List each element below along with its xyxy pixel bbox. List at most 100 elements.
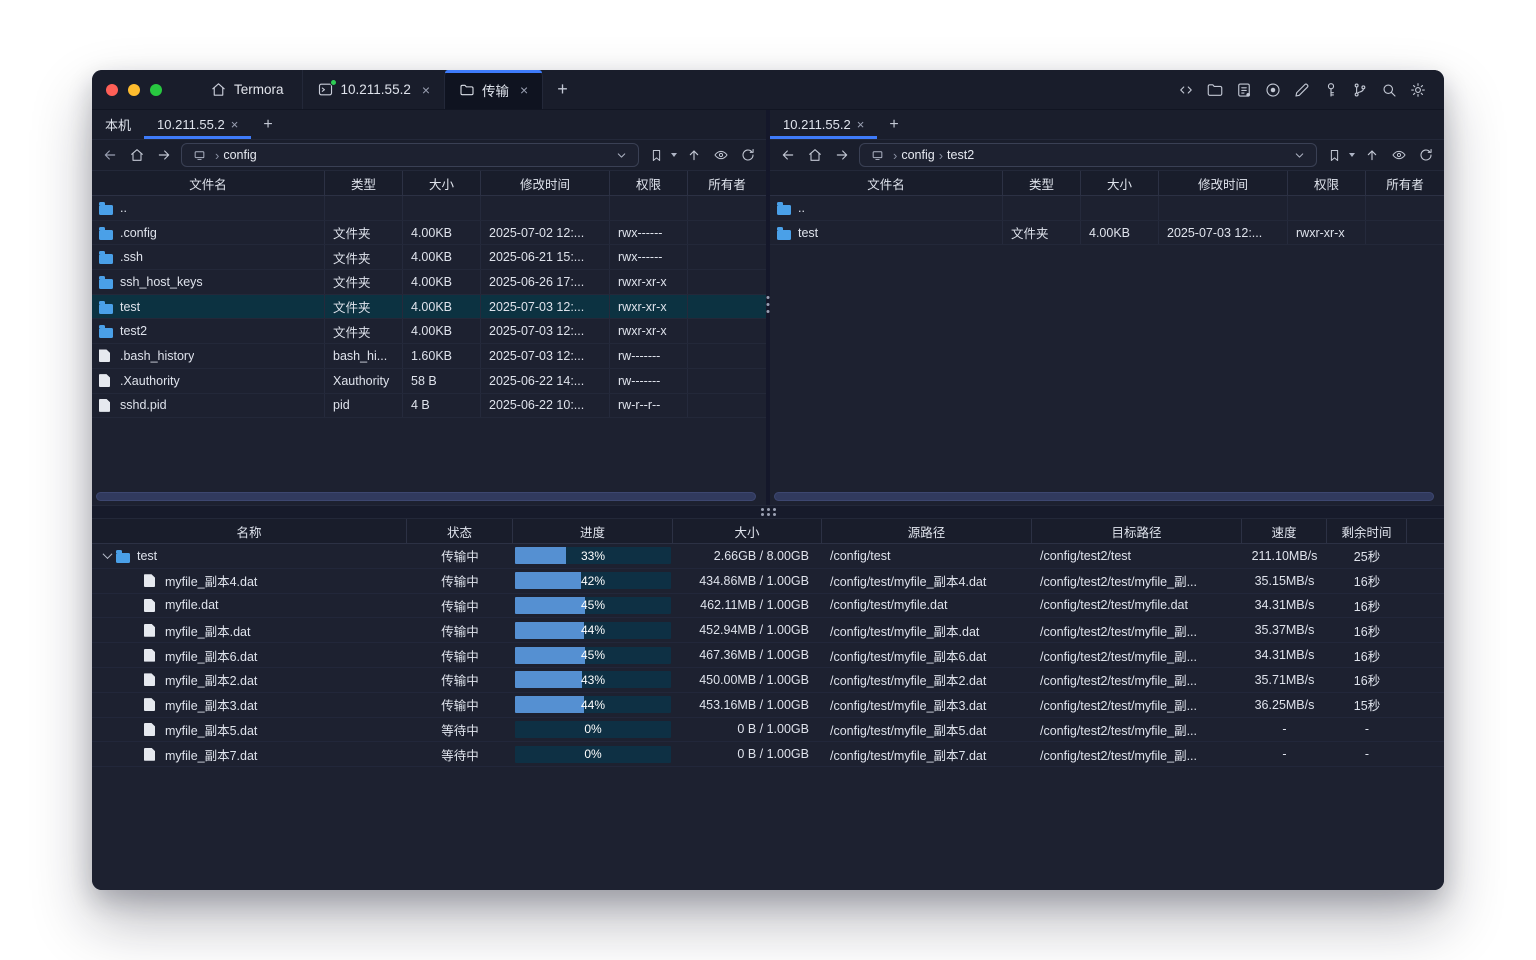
new-tab-button[interactable]: +: [543, 70, 582, 109]
close-tab-icon[interactable]: ×: [857, 117, 865, 132]
column-header[interactable]: 权限: [610, 171, 688, 195]
bookmark-icon[interactable]: [1324, 145, 1344, 165]
new-panel-tab-button[interactable]: +: [251, 110, 284, 139]
file-row[interactable]: .ssh 文件夹 4.00KB 2025-06-21 15:... rwx---…: [92, 245, 766, 270]
close-window-button[interactable]: [106, 84, 118, 96]
transfer-row[interactable]: myfile_副本2.dat 传输中 43% 450.00MB / 1.00GB…: [92, 668, 1444, 693]
file-type: 文件夹: [325, 270, 403, 294]
upload-icon[interactable]: [1362, 145, 1382, 165]
column-header[interactable]: 修改时间: [481, 171, 610, 195]
column-header[interactable]: 进度: [513, 519, 673, 543]
tab-home[interactable]: Termora: [182, 70, 302, 109]
breadcrumb-segment[interactable]: config: [223, 148, 256, 162]
new-panel-tab-button[interactable]: +: [877, 110, 910, 139]
show-hidden-icon[interactable]: [711, 145, 731, 165]
home-icon[interactable]: [805, 145, 825, 165]
column-header[interactable]: 源路径: [822, 519, 1032, 543]
breadcrumb-segment[interactable]: test2: [947, 148, 974, 162]
column-header[interactable]: 文件名: [770, 171, 1003, 195]
column-header[interactable]: 类型: [325, 171, 403, 195]
record-icon[interactable]: [1263, 80, 1283, 100]
search-icon[interactable]: [1379, 80, 1399, 100]
column-header[interactable]: 所有者: [1366, 171, 1444, 195]
code-icon[interactable]: [1176, 80, 1196, 100]
bookmark-dropdown-icon[interactable]: [671, 153, 677, 157]
transfer-row[interactable]: myfile.dat 传输中 45% 462.11MB / 1.00GB /co…: [92, 594, 1444, 619]
upload-icon[interactable]: [684, 145, 704, 165]
path-dropdown-icon[interactable]: [1289, 145, 1309, 165]
column-header[interactable]: 大小: [403, 171, 481, 195]
column-header[interactable]: 大小: [673, 519, 822, 543]
column-header[interactable]: 剩余时间: [1327, 519, 1407, 543]
transfer-row[interactable]: myfile_副本4.dat 传输中 42% 434.86MB / 1.00GB…: [92, 569, 1444, 594]
home-icon[interactable]: [127, 145, 147, 165]
transfer-row[interactable]: myfile_副本5.dat 等待中 0% 0 B / 1.00GB /conf…: [92, 718, 1444, 743]
column-header[interactable]: 修改时间: [1159, 171, 1288, 195]
file-row[interactable]: test 文件夹 4.00KB 2025-07-03 12:... rwxr-x…: [92, 295, 766, 320]
file-name: .bash_history: [120, 349, 194, 363]
file-row[interactable]: .bash_history bash_hi... 1.60KB 2025-07-…: [92, 344, 766, 369]
file-type-icon: [777, 205, 791, 215]
path-dropdown-icon[interactable]: [611, 145, 631, 165]
refresh-icon[interactable]: [1416, 145, 1436, 165]
file-row[interactable]: .Xauthority Xauthority 58 B 2025-06-22 1…: [92, 369, 766, 394]
tab-transfer[interactable]: 传输 ×: [444, 70, 543, 109]
branch-icon[interactable]: [1350, 80, 1370, 100]
file-row[interactable]: ..: [92, 196, 766, 221]
file-type-icon: [99, 205, 113, 215]
file-row[interactable]: sshd.pid pid 4 B 2025-06-22 10:... rw-r-…: [92, 394, 766, 419]
column-header[interactable]: 目标路径: [1032, 519, 1242, 543]
back-icon[interactable]: [778, 145, 798, 165]
transfer-row[interactable]: myfile_副本3.dat 传输中 44% 453.16MB / 1.00GB…: [92, 693, 1444, 718]
event-log-icon[interactable]: [1234, 80, 1254, 100]
edit-icon[interactable]: [1292, 80, 1312, 100]
column-header[interactable]: 权限: [1288, 171, 1366, 195]
transfer-target-path: /config/test2/test/myfile_副...: [1032, 569, 1242, 593]
file-row[interactable]: test2 文件夹 4.00KB 2025-07-03 12:... rwxr-…: [92, 319, 766, 344]
path-input[interactable]: ›config›test2: [859, 143, 1317, 167]
transfer-row[interactable]: test 传输中 33% 2.66GB / 8.00GB /config/tes…: [92, 544, 1444, 569]
show-hidden-icon[interactable]: [1389, 145, 1409, 165]
key-icon[interactable]: [1321, 80, 1341, 100]
column-header[interactable]: 大小: [1081, 171, 1159, 195]
expand-chevron-icon[interactable]: [98, 544, 116, 568]
minimize-window-button[interactable]: [128, 84, 140, 96]
refresh-icon[interactable]: [738, 145, 758, 165]
horizontal-splitter[interactable]: [92, 505, 1444, 519]
column-header[interactable]: 类型: [1003, 171, 1081, 195]
close-tab-icon[interactable]: ×: [422, 82, 430, 98]
breadcrumb-segment[interactable]: config: [901, 148, 934, 162]
back-icon[interactable]: [100, 145, 120, 165]
column-header[interactable]: 状态: [407, 519, 513, 543]
panel-tab[interactable]: 10.211.55.2 ×: [144, 110, 251, 139]
transfer-source-path: /config/test/myfile_副本6.dat: [822, 643, 1032, 667]
file-row[interactable]: ssh_host_keys 文件夹 4.00KB 2025-06-26 17:.…: [92, 270, 766, 295]
bookmark-dropdown-icon[interactable]: [1349, 153, 1355, 157]
file-permissions: rw-------: [610, 369, 688, 393]
panel-tab[interactable]: 本机 ×: [92, 110, 144, 139]
folder-icon[interactable]: [1205, 80, 1225, 100]
forward-icon[interactable]: [154, 145, 174, 165]
column-header[interactable]: 名称: [92, 519, 407, 543]
splitter-handle-icon[interactable]: [761, 508, 776, 516]
column-header[interactable]: 所有者: [688, 171, 766, 195]
tab-ssh-session[interactable]: 10.211.55.2 ×: [302, 70, 445, 109]
close-tab-icon[interactable]: ×: [231, 117, 239, 132]
settings-icon[interactable]: [1408, 80, 1428, 100]
file-row[interactable]: .config 文件夹 4.00KB 2025-07-02 12:... rwx…: [92, 221, 766, 246]
horizontal-scrollbar[interactable]: [96, 492, 756, 501]
transfer-row[interactable]: myfile_副本.dat 传输中 44% 452.94MB / 1.00GB …: [92, 618, 1444, 643]
column-header[interactable]: 文件名: [92, 171, 325, 195]
column-header[interactable]: 速度: [1242, 519, 1327, 543]
file-row[interactable]: test 文件夹 4.00KB 2025-07-03 12:... rwxr-x…: [770, 221, 1444, 246]
bookmark-icon[interactable]: [646, 145, 666, 165]
horizontal-scrollbar[interactable]: [774, 492, 1434, 501]
panel-tab[interactable]: 10.211.55.2 ×: [770, 110, 877, 139]
transfer-row[interactable]: myfile_副本7.dat 等待中 0% 0 B / 1.00GB /conf…: [92, 742, 1444, 767]
zoom-window-button[interactable]: [150, 84, 162, 96]
close-tab-icon[interactable]: ×: [520, 82, 528, 98]
path-input[interactable]: ›config: [181, 143, 639, 167]
transfer-row[interactable]: myfile_副本6.dat 传输中 45% 467.36MB / 1.00GB…: [92, 643, 1444, 668]
file-row[interactable]: ..: [770, 196, 1444, 221]
forward-icon[interactable]: [832, 145, 852, 165]
